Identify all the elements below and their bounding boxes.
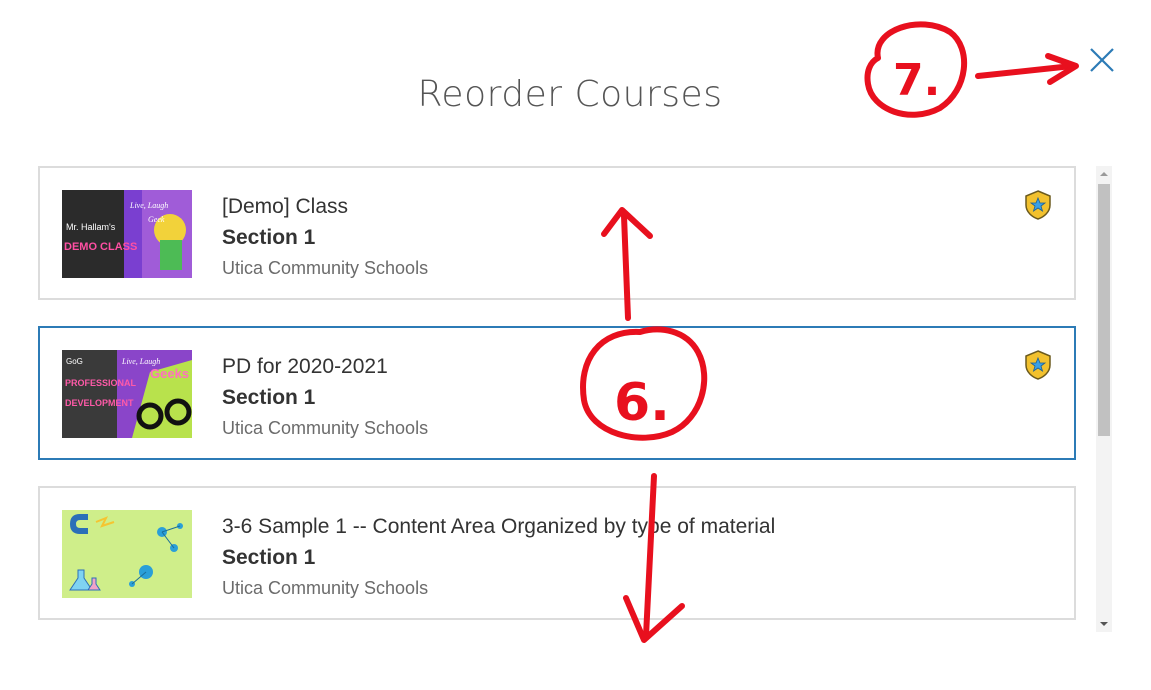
course-card-selected[interactable]: GoG PROFESSIONAL DEVELOPMENT Live, Laugh… bbox=[38, 326, 1076, 460]
scroll-up-arrow-icon[interactable] bbox=[1096, 166, 1112, 182]
thumb-text: Geek bbox=[148, 215, 165, 224]
course-section: Section 1 bbox=[222, 226, 316, 249]
course-thumbnail: GoG PROFESSIONAL DEVELOPMENT Live, Laugh… bbox=[62, 350, 192, 438]
scroll-down-arrow-icon[interactable] bbox=[1096, 616, 1112, 632]
thumb-text: GoG bbox=[66, 357, 83, 366]
course-thumbnail: Mr. Hallam's DEMO CLASS Live, Laugh Geek bbox=[62, 190, 192, 278]
course-name: PD for 2020-2021 bbox=[222, 355, 388, 378]
thumb-text: Live, Laugh bbox=[121, 357, 160, 366]
course-section: Section 1 bbox=[222, 546, 316, 569]
course-section: Section 1 bbox=[222, 386, 316, 409]
course-org: Utica Community Schools bbox=[222, 258, 429, 278]
course-thumbnail bbox=[62, 510, 192, 598]
shield-star-badge-icon bbox=[1025, 190, 1051, 220]
shield-star-badge-icon bbox=[1025, 350, 1051, 380]
thumb-text: DEMO CLASS bbox=[64, 241, 137, 253]
thumb-text: PROFESSIONAL bbox=[65, 378, 137, 388]
close-icon[interactable] bbox=[1086, 44, 1118, 76]
course-name: [Demo] Class bbox=[222, 195, 349, 218]
course-org: Utica Community Schools bbox=[222, 418, 429, 438]
course-list[interactable]: Mr. Hallam's DEMO CLASS Live, Laugh Geek… bbox=[38, 166, 1092, 632]
scrollbar[interactable] bbox=[1096, 166, 1112, 632]
thumb-text: Mr. Hallam's bbox=[66, 222, 116, 232]
thumb-text: Live, Laugh bbox=[129, 201, 168, 210]
thumb-text: Geeks bbox=[150, 366, 189, 381]
course-card[interactable]: Mr. Hallam's DEMO CLASS Live, Laugh Geek… bbox=[38, 166, 1076, 300]
scrollbar-thumb[interactable] bbox=[1098, 184, 1110, 436]
course-card[interactable]: 3-6 Sample 1 -- Content Area Organized b… bbox=[38, 486, 1076, 620]
course-name: 3-6 Sample 1 -- Content Area Organized b… bbox=[222, 515, 776, 538]
course-org: Utica Community Schools bbox=[222, 578, 429, 598]
dialog-title: Reorder Courses bbox=[417, 74, 723, 115]
thumb-text: DEVELOPMENT bbox=[65, 398, 134, 408]
